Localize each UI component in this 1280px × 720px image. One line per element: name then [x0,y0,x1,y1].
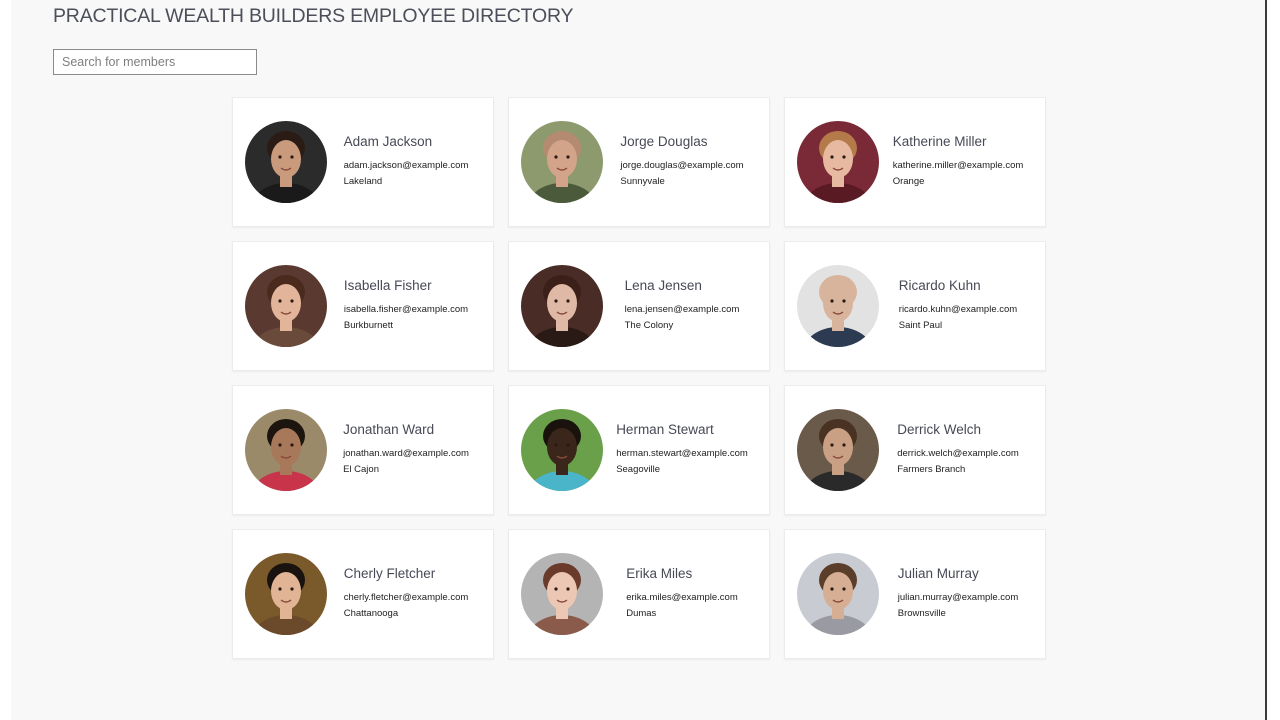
search-input[interactable] [53,49,257,75]
member-email: jonathan.ward@example.com [343,448,469,459]
member-card[interactable]: Jonathan Ward jonathan.ward@example.com … [232,385,494,515]
member-card[interactable]: Ricardo Kuhn ricardo.kuhn@example.com Sa… [784,241,1046,371]
member-name: Erika Miles [626,566,693,581]
member-name: Lena Jensen [624,278,702,293]
member-name: Jonathan Ward [343,422,435,437]
member-card[interactable]: Adam Jackson adam.jackson@example.com La… [232,97,494,227]
member-email: herman.stewart@example.com [616,448,748,459]
member-avatar [797,553,879,635]
member-city: Dumas [626,608,657,619]
member-email: lena.jensen@example.com [624,304,740,315]
member-avatar [797,265,879,347]
member-city: Sunnyvale [620,176,665,187]
member-grid: Adam Jackson adam.jackson@example.com La… [232,97,1046,659]
member-card[interactable]: Katherine Miller katherine.miller@exampl… [784,97,1046,227]
member-email: katherine.miller@example.com [892,160,1024,171]
member-avatar [521,121,603,203]
member-city: Chattanooga [343,608,399,619]
member-email: ricardo.kuhn@example.com [898,304,1018,315]
member-name: Adam Jackson [343,134,433,149]
member-city: Lakeland [343,176,383,187]
member-city: Brownsville [897,608,946,619]
member-city: El Cajon [343,464,379,475]
member-avatar [797,409,879,491]
window-edge [1265,0,1267,720]
member-name: Ricardo Kuhn [898,278,981,293]
member-name: Derrick Welch [897,422,981,437]
member-avatar [521,409,603,491]
member-email: isabella.fisher@example.com [343,304,469,315]
member-name: Cherly Fletcher [343,566,436,581]
member-city: Seagoville [616,464,661,475]
member-card[interactable]: Cherly Fletcher cherly.fletcher@example.… [232,529,494,659]
page-background: PRACTICAL WEALTH BUILDERS EMPLOYEE DIREC… [11,0,1265,720]
member-name: Herman Stewart [616,422,714,437]
member-city: Saint Paul [898,320,943,331]
member-email: adam.jackson@example.com [343,160,469,171]
member-avatar [797,121,879,203]
member-avatar [245,409,327,491]
member-name: Isabella Fisher [343,278,432,293]
member-name: Katherine Miller [892,134,987,149]
page-title: PRACTICAL WEALTH BUILDERS EMPLOYEE DIREC… [53,5,574,27]
member-email: erika.miles@example.com [626,592,738,603]
member-avatar [245,265,327,347]
member-name: Julian Murray [897,566,979,581]
member-city: The Colony [624,320,674,331]
member-email: cherly.fletcher@example.com [343,592,469,603]
member-card[interactable]: Jorge Douglas jorge.douglas@example.com … [508,97,770,227]
member-card[interactable]: Erika Miles erika.miles@example.com Duma… [508,529,770,659]
member-email: jorge.douglas@example.com [620,160,744,171]
member-avatar [521,553,603,635]
member-city: Farmers Branch [897,464,966,475]
member-email: julian.murray@example.com [897,592,1019,603]
member-city: Burkburnett [343,320,393,331]
member-name: Jorge Douglas [620,134,708,149]
member-avatar [521,265,603,347]
member-avatar [245,553,327,635]
member-city: Orange [892,176,925,187]
member-card[interactable]: Julian Murray julian.murray@example.com … [784,529,1046,659]
member-card[interactable]: Isabella Fisher isabella.fisher@example.… [232,241,494,371]
member-email: derrick.welch@example.com [897,448,1019,459]
member-avatar [245,121,327,203]
member-card[interactable]: Lena Jensen lena.jensen@example.com The … [508,241,770,371]
member-card[interactable]: Derrick Welch derrick.welch@example.com … [784,385,1046,515]
member-card[interactable]: Herman Stewart herman.stewart@example.co… [508,385,770,515]
